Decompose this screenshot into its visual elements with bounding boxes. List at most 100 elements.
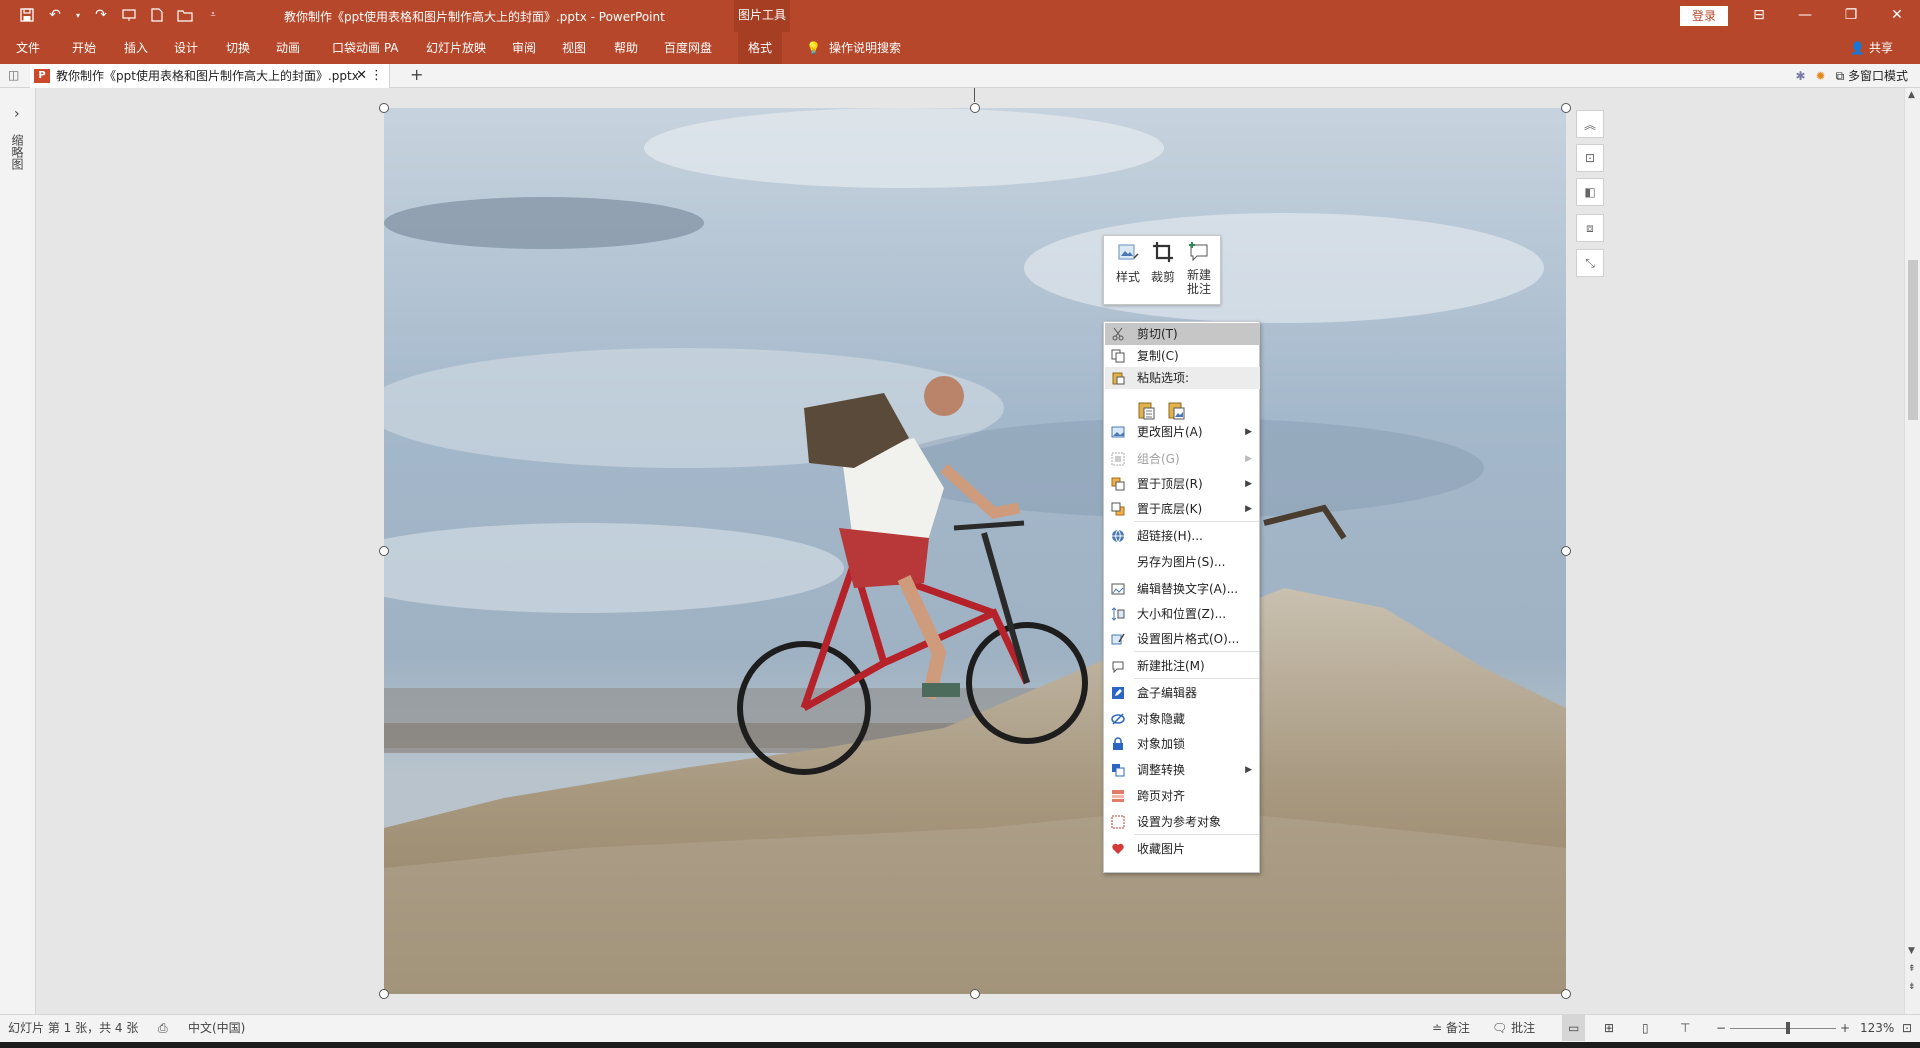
crop-side-icon[interactable]: ⧈ [1576,214,1604,242]
resize-side-icon[interactable]: ⤡ [1576,249,1604,277]
tab-insert[interactable]: 插入 [124,32,148,64]
menu-item-adjust-convert[interactable]: 调整转换 ▶ [1105,759,1260,781]
more-options-icon[interactable]: ⋮ [370,64,383,88]
menu-item-label: 设置为参考对象 [1137,815,1222,829]
normal-view-icon[interactable]: ▭ [1562,1015,1586,1041]
tab-slideshow[interactable]: 幻灯片放映 [426,32,486,64]
tab-list-icon[interactable]: ◫ [8,68,19,82]
language-indicator[interactable]: 中文(中国) [188,1015,245,1041]
scrollbar-thumb[interactable] [1908,260,1918,420]
open-folder-icon[interactable] [176,6,194,24]
menu-item-box-editor[interactable]: 盒子编辑器 [1105,682,1260,704]
multi-window-button[interactable]: ⧉ 多窗口模式 [1836,64,1908,88]
slide-picture[interactable] [384,108,1566,994]
next-slide-icon[interactable]: ⇟ [1908,982,1916,992]
slideshow-view-icon[interactable]: ⊤ [1680,1015,1690,1041]
resize-handle-bottom-right[interactable] [1561,989,1571,999]
scroll-down-icon[interactable]: ▼ [1908,946,1915,956]
tab-baidu-netdisk[interactable]: 百度网盘 [664,32,712,64]
customize-qat-icon[interactable]: ⩡ [204,6,222,24]
menu-item-save-as-picture[interactable]: 另存为图片(S)... [1105,551,1260,573]
document-tab[interactable]: P 教你制作《ppt使用表格和图片制作高大上的封面》.pptx ✕ ⋮ [30,64,390,88]
zoom-level[interactable]: 123% [1860,1015,1894,1041]
tab-review[interactable]: 审阅 [512,32,536,64]
minimize-icon[interactable]: — [1782,0,1828,32]
zoom-slider-thumb[interactable] [1786,1022,1791,1034]
resize-handle-bottom[interactable] [970,989,980,999]
menu-item-align-across-pages[interactable]: 跨页对齐 [1105,785,1260,807]
login-button[interactable]: 登录 [1680,6,1728,26]
context-tab-picture-tools: 图片工具 [734,0,790,32]
share-button[interactable]: 👤 共享 [1850,32,1893,64]
close-icon[interactable]: ✕ [1874,0,1920,32]
fit-to-window-icon[interactable]: ⊡ [1902,1015,1912,1041]
previous-slide-icon[interactable]: ⇞ [1908,964,1916,974]
reading-view-icon[interactable]: ▯ [1642,1015,1649,1041]
new-tab-icon[interactable]: + [410,64,423,86]
menu-item-format-picture[interactable]: 设置图片格式(O)... [1105,628,1260,650]
expand-thumbnails-icon[interactable]: › [14,106,20,122]
group-icon [1111,452,1125,466]
tab-view[interactable]: 视图 [562,32,586,64]
tab-transitions[interactable]: 切换 [226,32,250,64]
slide-sorter-icon[interactable]: ⊞ [1604,1015,1614,1041]
tab-format[interactable]: 格式 [738,32,783,64]
menu-item-change-picture[interactable]: 更改图片(A) ▶ [1105,421,1260,443]
zoom-out-icon[interactable]: − [1716,1015,1726,1041]
zoom-in-icon[interactable]: + [1840,1015,1850,1041]
style-button[interactable]: 样式 [1110,240,1146,285]
new-comment-label: 新建 批注 [1186,268,1211,296]
menu-item-copy[interactable]: 复制(C) [1105,345,1260,367]
save-icon[interactable] [18,6,36,24]
comments-button[interactable]: 🗨 批注 [1492,1015,1535,1041]
tab-pocket-animation[interactable]: 口袋动画 PA [332,32,399,64]
close-tab-icon[interactable]: ✕ [356,64,367,88]
tab-design[interactable]: 设计 [174,32,198,64]
menu-item-send-to-back[interactable]: 置于底层(K) ▶ [1105,498,1260,520]
layer-icon[interactable]: ◧ [1576,178,1604,206]
present-icon[interactable] [120,6,138,24]
crop-button[interactable]: 裁剪 [1148,240,1178,285]
menu-item-hide-object[interactable]: 对象隐藏 [1105,708,1260,730]
tab-help[interactable]: 帮助 [614,32,638,64]
tab-animations[interactable]: 动画 [276,32,300,64]
redo-icon[interactable]: ↷ [92,6,110,24]
menu-item-set-reference[interactable]: 设置为参考对象 [1105,811,1260,833]
resize-handle-top-right[interactable] [1561,103,1571,113]
zoom-slider[interactable] [1730,1022,1836,1034]
paste-as-picture-icon[interactable] [1166,400,1186,420]
menu-item-edit-alt-text[interactable]: 编辑替换文字(A)... [1105,578,1260,600]
rotate-handle[interactable] [974,88,975,102]
tell-me-search[interactable]: 💡 操作说明搜索 [806,32,901,64]
tab-home[interactable]: 开始 [72,32,96,64]
notes-button[interactable]: ≐ 备注 [1432,1015,1470,1041]
spelling-check-icon[interactable]: ⎙ [158,1015,168,1041]
tab-file[interactable]: 文件 [16,32,40,64]
resize-handle-top-left[interactable] [379,103,389,113]
resize-handle-left[interactable] [379,546,389,556]
vertical-scrollbar[interactable]: ▲ ▼ ⇞ ⇟ [1904,88,1920,1014]
ribbon-display-icon[interactable]: ⊟ [1736,0,1782,32]
new-comment-button[interactable]: 新建 批注 [1182,240,1216,296]
layout-options-icon[interactable]: ⊡ [1576,144,1604,172]
resize-handle-top[interactable] [970,103,980,113]
restore-icon[interactable]: ❐ [1828,0,1874,32]
menu-item-size-and-position[interactable]: 大小和位置(Z)... [1105,603,1260,625]
paste-keep-format-icon[interactable] [1136,400,1156,420]
menu-item-bring-to-front[interactable]: 置于顶层(R) ▶ [1105,473,1260,495]
scroll-up-icon[interactable]: ▲ [1908,90,1915,100]
resize-handle-right[interactable] [1561,546,1571,556]
undo-icon[interactable]: ↶ [46,6,64,24]
menu-item-favorite-picture[interactable]: 收藏图片 [1105,838,1260,860]
settings-orange-icon[interactable]: ✹ [1816,64,1826,88]
resize-handle-bottom-left[interactable] [379,989,389,999]
collapse-up-icon[interactable]: ︽ [1576,110,1604,138]
menu-item-cut[interactable]: 剪切(T) [1105,323,1260,345]
menu-item-hyperlink[interactable]: 超链接(H)... [1105,525,1260,547]
new-file-icon[interactable] [148,6,166,24]
dropdown-arrow-icon[interactable]: ▾ [74,6,82,24]
menu-item-new-comment[interactable]: 新建批注(M) [1105,655,1260,677]
box-editor-icon [1112,687,1124,699]
menu-item-lock-object[interactable]: 对象加锁 [1105,733,1260,755]
gear-icon[interactable]: ✱ [1795,64,1805,88]
